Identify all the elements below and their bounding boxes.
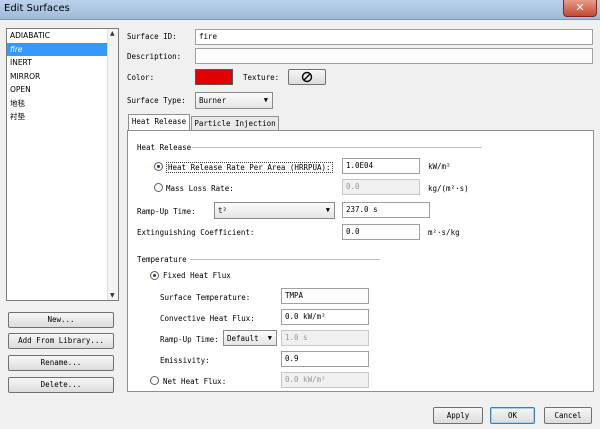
color-label: Color: <box>127 73 155 82</box>
hrrpua-unit: kW/m² <box>428 162 451 171</box>
temp-rampup-mode-select[interactable]: Default ▼ <box>223 330 277 346</box>
list-item[interactable]: ADIABATIC <box>7 29 118 43</box>
temp-rampup-field[interactable]: 1.0 s <box>281 330 369 346</box>
fixed-heat-flux-label: Fixed Heat Flux <box>163 271 231 280</box>
mass-loss-rate-unit: kg/(m²·s) <box>428 184 469 193</box>
description-field[interactable] <box>195 48 593 64</box>
scroll-up-icon[interactable]: ▲ <box>110 30 115 37</box>
tab-heat-release[interactable]: Heat Release <box>128 114 190 130</box>
description-label: Description: <box>127 52 182 61</box>
net-heat-flux-radio[interactable] <box>150 376 159 385</box>
rampup-time-field[interactable]: 237.0 s <box>342 202 430 218</box>
new-button[interactable]: New... <box>8 312 114 328</box>
surface-id-label: Surface ID: <box>127 32 177 41</box>
chevron-down-icon: ▼ <box>263 96 268 104</box>
surface-temperature-label: Surface Temperature: <box>160 293 251 302</box>
fixed-heat-flux-radio[interactable] <box>150 271 159 280</box>
surface-id-field[interactable]: fire <box>195 29 593 45</box>
color-swatch-button[interactable] <box>195 69 233 85</box>
rename-button[interactable]: Rename... <box>8 355 114 371</box>
window-title: Edit Surfaces <box>4 3 70 14</box>
surface-type-value: Burner <box>199 96 227 105</box>
heat-release-section-label: Heat Release <box>137 143 192 152</box>
surface-type-select[interactable]: Burner ▼ <box>195 92 273 109</box>
list-item[interactable]: MIRROR <box>7 70 118 84</box>
section-divider <box>190 259 380 260</box>
section-divider <box>192 147 482 148</box>
extinguishing-label: Extinguishing Coefficient: <box>137 228 255 237</box>
hrrpua-label: Heat Release Rate Per Area (HRRPUA): <box>166 162 333 173</box>
net-heat-flux-field[interactable]: 0.0 kW/m² <box>281 372 369 388</box>
cancel-button[interactable]: Cancel <box>544 407 592 424</box>
tab-particle-injection[interactable]: Particle Injection <box>191 116 279 130</box>
list-item[interactable]: 衬垫 <box>7 110 118 124</box>
mass-loss-rate-label: Mass Loss Rate: <box>166 184 234 193</box>
convective-heat-flux-field[interactable]: 0.0 kW/m² <box>281 309 369 325</box>
mass-loss-rate-radio[interactable] <box>154 183 163 192</box>
delete-button[interactable]: Delete... <box>8 377 114 393</box>
surface-temperature-field[interactable]: TMPA <box>281 288 369 304</box>
list-item[interactable]: 地毯 <box>7 97 118 111</box>
emissivity-label: Emissivity: <box>160 356 210 365</box>
extinguishing-unit: m²·s/kg <box>428 228 460 237</box>
list-item[interactable]: INERT <box>7 56 118 70</box>
apply-button[interactable]: Apply <box>433 407 483 424</box>
list-item[interactable]: fire <box>7 42 118 56</box>
rampup-mode-value: t² <box>218 206 228 215</box>
scroll-down-icon[interactable]: ▼ <box>110 292 115 299</box>
texture-label: Texture: <box>243 73 280 82</box>
mass-loss-rate-field[interactable]: 0.0 <box>342 179 420 195</box>
texture-button[interactable] <box>288 69 326 85</box>
chevron-down-icon: ▼ <box>325 206 330 214</box>
ok-button[interactable]: OK <box>490 407 535 424</box>
close-button[interactable]: ✕ <box>563 0 597 17</box>
hrrpua-radio[interactable] <box>154 162 163 171</box>
surface-type-label: Surface Type: <box>127 96 186 105</box>
emissivity-field[interactable]: 0.9 <box>281 351 369 367</box>
add-from-library-button[interactable]: Add From Library... <box>8 333 114 349</box>
chevron-down-icon: ▼ <box>267 334 272 342</box>
title-bar <box>0 0 600 20</box>
no-texture-icon <box>301 71 313 83</box>
net-heat-flux-label: Net Heat Flux: <box>163 377 227 386</box>
surface-list[interactable]: ADIABATIC fire INERT MIRROR OPEN 地毯 衬垫 ▲ ▼ <box>6 28 119 301</box>
hrrpua-field[interactable]: 1.0E04 <box>342 158 420 174</box>
rampup-label: Ramp-Up Time: <box>137 207 196 216</box>
list-scrollbar[interactable]: ▲ ▼ <box>107 29 118 300</box>
rampup-mode-select[interactable]: t² ▼ <box>214 202 335 219</box>
extinguishing-field[interactable]: 0.0 <box>342 224 420 240</box>
temp-rampup-label: Ramp-Up Time: <box>160 335 219 344</box>
temperature-section-label: Temperature <box>137 255 187 264</box>
convective-heat-flux-label: Convective Heat Flux: <box>160 314 255 323</box>
list-item[interactable]: OPEN <box>7 83 118 97</box>
temp-rampup-mode-value: Default <box>227 334 259 343</box>
